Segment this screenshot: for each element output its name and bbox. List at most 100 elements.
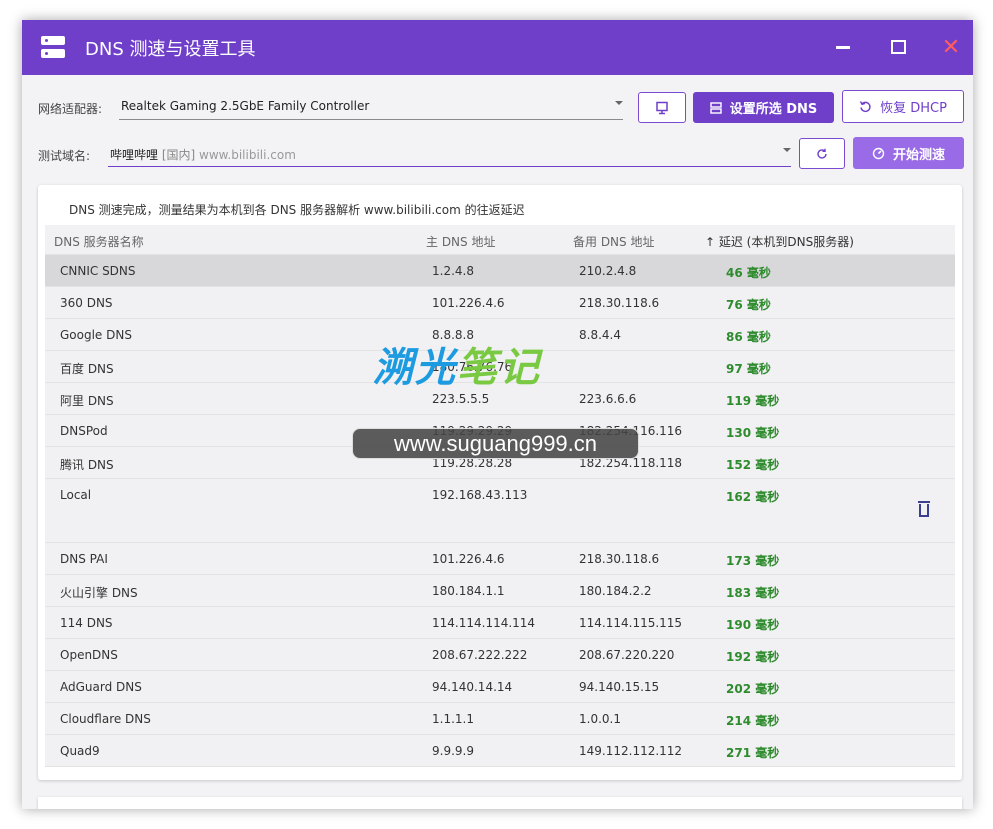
- secondary-dns: 1.0.0.1: [579, 712, 621, 726]
- table-row[interactable]: CNNIC SDNS 1.2.4.8 210.2.4.8 46 毫秒: [45, 255, 955, 287]
- server-name: Quad9: [60, 744, 100, 758]
- secondary-dns: 114.114.115.115: [579, 616, 683, 630]
- latency: 214 毫秒: [726, 714, 780, 728]
- title-bar[interactable]: DNS 测速与设置工具 ✕: [22, 20, 973, 75]
- table-row[interactable]: 360 DNS 101.226.4.6 218.30.118.6 76 毫秒: [45, 287, 955, 319]
- adapter-value: Realtek Gaming 2.5GbE Family Controller: [121, 99, 370, 113]
- dns-results-table: DNS 服务器名称 主 DNS 地址 备用 DNS 地址 ↑ 延迟 (本机到DN…: [45, 225, 955, 767]
- secondary-dns: 8.8.4.4: [579, 328, 621, 342]
- secondary-dns: 218.30.118.6: [579, 296, 660, 310]
- secondary-dns: 149.112.112.112: [579, 744, 683, 758]
- server-name: 火山引擎 DNS: [60, 586, 138, 600]
- secondary-dns: 180.184.2.2: [579, 584, 652, 598]
- header-primary-dns[interactable]: 主 DNS 地址: [426, 233, 495, 250]
- close-icon: ✕: [941, 34, 961, 60]
- restore-dhcp-label: 恢复 DHCP: [880, 101, 947, 116]
- server-name: 阿里 DNS: [60, 394, 114, 408]
- domain-name: 哔哩哔哩: [110, 148, 159, 162]
- server-icon: [41, 36, 65, 58]
- chevron-down-icon: [615, 101, 623, 105]
- primary-dns: 223.5.5.5: [432, 392, 490, 406]
- primary-dns: 1.1.1.1: [432, 712, 474, 726]
- trash-icon[interactable]: [918, 501, 930, 518]
- latency: 46 毫秒: [726, 266, 771, 280]
- server-name: AdGuard DNS: [60, 680, 142, 694]
- set-dns-button[interactable]: 设置所选 DNS: [693, 92, 834, 123]
- server-icon: [710, 101, 722, 114]
- server-name: 百度 DNS: [60, 362, 114, 376]
- server-name: Google DNS: [60, 328, 132, 342]
- latency: 192 毫秒: [726, 650, 780, 664]
- refresh-icon: [817, 148, 827, 159]
- secondary-dns: 218.30.118.6: [579, 552, 660, 566]
- primary-dns: 101.226.4.6: [432, 552, 505, 566]
- server-name: 腾讯 DNS: [60, 458, 114, 472]
- latency: 183 毫秒: [726, 586, 780, 600]
- adapter-row: 网络适配器: Realtek Gaming 2.5GbE Family Cont…: [22, 88, 973, 128]
- table-row[interactable]: 114 DNS 114.114.114.114 114.114.115.115 …: [45, 607, 955, 639]
- secondary-dns: 94.140.15.15: [579, 680, 660, 694]
- latency: 76 毫秒: [726, 298, 771, 312]
- start-test-button[interactable]: 开始测速: [853, 137, 964, 169]
- server-name: DNS PAI: [60, 552, 108, 566]
- table-row[interactable]: Quad9 9.9.9.9 149.112.112.112 271 毫秒: [45, 735, 955, 767]
- server-name: 360 DNS: [60, 296, 113, 310]
- refresh-button[interactable]: [799, 138, 845, 169]
- watermark-logo: 溯光笔记: [373, 345, 541, 391]
- restore-icon: [859, 101, 871, 113]
- latency: 97 毫秒: [726, 362, 771, 376]
- server-name: OpenDNS: [60, 648, 118, 662]
- table-row[interactable]: Cloudflare DNS 1.1.1.1 1.0.0.1 214 毫秒: [45, 703, 955, 735]
- latency: 173 毫秒: [726, 554, 780, 568]
- primary-dns: 114.114.114.114: [432, 616, 536, 630]
- status-message: DNS 测速完成，测量结果为本机到各 DNS 服务器解析 www.bilibil…: [69, 203, 525, 217]
- table-row[interactable]: 火山引擎 DNS 180.184.1.1 180.184.2.2 183 毫秒: [45, 575, 955, 607]
- results-panel: DNS 测速完成，测量结果为本机到各 DNS 服务器解析 www.bilibil…: [38, 185, 962, 780]
- minimize-button[interactable]: [828, 32, 858, 62]
- latency: 190 毫秒: [726, 618, 780, 632]
- header-latency-sorted[interactable]: ↑ 延迟 (本机到DNS服务器): [705, 233, 854, 250]
- primary-dns: 94.140.14.14: [432, 680, 513, 694]
- maximize-button[interactable]: [883, 32, 913, 62]
- app-window: DNS 测速与设置工具 ✕ 网络适配器: Realtek Gaming 2.5G…: [22, 20, 973, 809]
- primary-dns: 9.9.9.9: [432, 744, 474, 758]
- monitor-icon: [656, 101, 668, 114]
- latency: 152 毫秒: [726, 458, 780, 472]
- adapter-select[interactable]: Realtek Gaming 2.5GbE Family Controller: [119, 92, 623, 120]
- minimize-icon: [836, 45, 850, 49]
- server-name: Local: [60, 488, 92, 502]
- latency: 130 毫秒: [726, 426, 780, 440]
- close-button[interactable]: ✕: [936, 32, 966, 62]
- watermark-url: www.suguang999.cn: [352, 428, 639, 459]
- primary-dns: 180.184.1.1: [432, 584, 505, 598]
- domain-select[interactable]: 哔哩哔哩 [国内] www.bilibili.com: [108, 139, 791, 167]
- primary-dns: 1.2.4.8: [432, 264, 474, 278]
- window-title: DNS 测速与设置工具: [85, 39, 256, 60]
- header-server-name[interactable]: DNS 服务器名称: [54, 233, 144, 250]
- table-row[interactable]: Local 192.168.43.113 162 毫秒: [45, 479, 955, 543]
- latency: 271 毫秒: [726, 746, 780, 760]
- secondary-dns: 208.67.220.220: [579, 648, 675, 662]
- domain-value: 哔哩哔哩 [国内] www.bilibili.com: [110, 146, 296, 163]
- primary-dns: 101.226.4.6: [432, 296, 505, 310]
- latency: 202 毫秒: [726, 682, 780, 696]
- domain-label: 测试域名:: [38, 149, 91, 163]
- primary-dns: 208.67.222.222: [432, 648, 528, 662]
- server-name: 114 DNS: [60, 616, 113, 630]
- header-secondary-dns[interactable]: 备用 DNS 地址: [573, 233, 654, 250]
- table-row[interactable]: DNS PAI 101.226.4.6 218.30.118.6 173 毫秒: [45, 543, 955, 575]
- table-row[interactable]: OpenDNS 208.67.222.222 208.67.220.220 19…: [45, 639, 955, 671]
- restore-dhcp-button[interactable]: 恢复 DHCP: [842, 90, 964, 123]
- latency: 162 毫秒: [726, 490, 780, 504]
- latency: 119 毫秒: [726, 394, 780, 408]
- server-name: DNSPod: [60, 424, 108, 438]
- set-dns-label: 设置所选 DNS: [729, 102, 818, 117]
- server-name: Cloudflare DNS: [60, 712, 151, 726]
- server-name: CNNIC SDNS: [60, 264, 136, 278]
- adapter-info-button[interactable]: [638, 92, 686, 123]
- domain-tag: [国内]: [161, 148, 196, 162]
- domain-url: www.bilibili.com: [199, 148, 296, 162]
- latency: 86 毫秒: [726, 330, 771, 344]
- secondary-dns: 223.6.6.6: [579, 392, 637, 406]
- table-row[interactable]: AdGuard DNS 94.140.14.14 94.140.15.15 20…: [45, 671, 955, 703]
